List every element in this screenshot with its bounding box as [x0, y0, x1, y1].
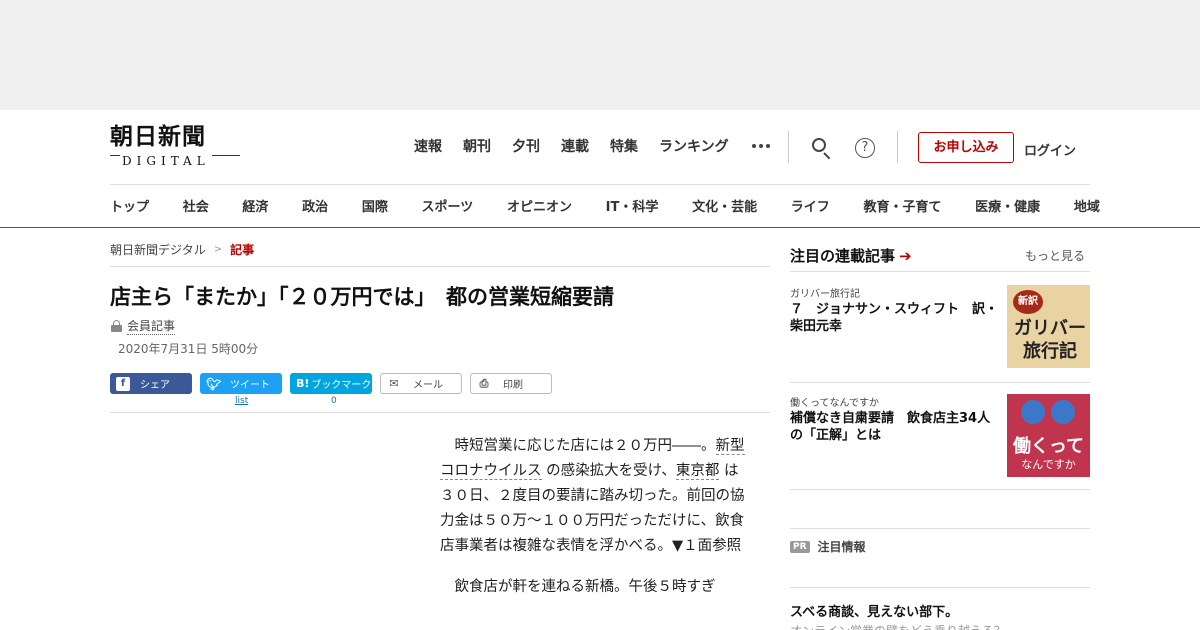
category-region[interactable]: 地域 — [1074, 196, 1100, 215]
twitter-share-button[interactable]: 🐦︎ ツイート — [200, 373, 282, 394]
print-icon: ⎙ — [479, 376, 489, 390]
topnav-sokuho[interactable]: 速報 — [414, 136, 442, 156]
thumbnail-subtext: なんですか — [1021, 458, 1076, 471]
divider — [790, 382, 1090, 383]
pr-label: 注目情報 — [817, 540, 866, 554]
breadcrumb: 朝日新聞デジタル > 記事 — [110, 241, 254, 258]
twitter-bird-icon: 🐦︎ — [206, 376, 222, 391]
category-opinion[interactable]: オピニオン — [507, 196, 572, 215]
category-economy[interactable]: 経済 — [242, 196, 268, 215]
login-link[interactable]: ログイン — [1024, 140, 1076, 159]
divider — [790, 587, 1090, 588]
arrow-right-icon: ➔ — [899, 246, 912, 265]
breadcrumb-separator: > — [213, 244, 223, 255]
breadcrumb-current: 記事 — [230, 243, 255, 257]
category-education[interactable]: 教育・子育て — [863, 196, 941, 215]
hatena-icon: B! — [296, 376, 310, 390]
member-article-badge[interactable]: 会員記事 — [111, 317, 176, 335]
mail-icon: ✉ — [389, 376, 399, 390]
header-bottom-rule — [0, 227, 1200, 228]
site-logo[interactable]: 朝日新聞 DIGITAL — [110, 124, 242, 170]
topnav-choukan[interactable]: 朝刊 — [463, 136, 491, 156]
new-translation-badge: 新訳 — [1013, 290, 1043, 314]
article-body: 時短営業に応じた店には２０万円――。新型コロナウイルス の感染拡大を受け、東京都… — [440, 434, 750, 616]
sidebar-title[interactable]: 注目の連載記事 ➔ — [790, 245, 912, 266]
category-health[interactable]: 医療・健康 — [975, 196, 1040, 215]
facebook-share-label: シェア — [140, 380, 170, 391]
topnav-ranking[interactable]: ランキング — [659, 136, 729, 156]
print-label: 印刷 — [503, 380, 523, 391]
article-paragraph: 飲食店が軒を連ねる新橋。午後５時すぎ — [454, 579, 716, 595]
hatena-count[interactable]: 0 — [331, 396, 337, 406]
facebook-share-button[interactable]: f シェア — [110, 373, 192, 394]
gulliver-thumbnail[interactable]: 新訳 ガリバー旅行記 — [1007, 285, 1090, 368]
ad-banner-area — [0, 0, 1200, 110]
divider — [110, 266, 770, 267]
breadcrumb-root[interactable]: 朝日新聞デジタル — [110, 241, 206, 258]
article-paragraph: 時短営業に応じた店には２０万円――。新型コロナウイルス の感染拡大を受け、東京都… — [440, 438, 745, 554]
category-culture[interactable]: 文化・芸能 — [692, 196, 757, 215]
category-nav: トップ 社会 経済 政治 国際 スポーツ オピニオン IT・科学 文化・芸能 ラ… — [110, 196, 1100, 215]
facebook-icon: f — [116, 376, 130, 391]
series-name: ガリバー旅行記 — [790, 289, 860, 300]
twitter-count[interactable]: list — [235, 396, 248, 406]
divider — [110, 184, 1090, 185]
series-name: 働くってなんですか — [790, 398, 879, 409]
series-title[interactable]: ７ ジョナサン・スウィフト 訳・柴田元幸 — [790, 301, 1000, 335]
category-politics[interactable]: 政治 — [302, 196, 328, 215]
category-it-science[interactable]: IT・科学 — [606, 196, 659, 215]
thumbnail-text: 働くって — [1012, 436, 1085, 457]
print-button[interactable]: ⎙ 印刷 — [470, 373, 552, 394]
people-illustration — [1021, 400, 1077, 426]
divider — [790, 489, 1090, 490]
category-top[interactable]: トップ — [110, 196, 149, 215]
search-icon[interactable] — [810, 136, 834, 160]
category-life[interactable]: ライフ — [791, 196, 830, 215]
pr-badge: PR — [790, 540, 810, 553]
logo-kanji: 朝日新聞 — [110, 123, 206, 150]
hatena-bookmark-label: ブックマーク — [311, 380, 372, 391]
hatena-bookmark-button[interactable]: B! ブックマーク — [290, 373, 372, 394]
pr-subtitle[interactable]: オンライン営業の壁をどう乗り越える？ — [790, 622, 1006, 630]
series-title[interactable]: 補償なき自粛要請 飲食店主34人の「正解」とは — [790, 410, 1000, 444]
divider — [110, 412, 770, 413]
mail-share-button[interactable]: ✉ メール — [380, 373, 462, 394]
mail-share-label: メール — [413, 380, 443, 391]
category-sports[interactable]: スポーツ — [422, 196, 474, 215]
topnav-tokushu[interactable]: 特集 — [610, 136, 638, 156]
member-label: 会員記事 — [127, 319, 176, 335]
divider — [790, 271, 1090, 272]
lock-icon — [111, 320, 122, 332]
header-divider — [788, 131, 789, 163]
category-society[interactable]: 社会 — [183, 196, 209, 215]
divider — [790, 528, 1090, 529]
top-nav: 速報 朝刊 夕刊 連載 特集 ランキング — [414, 136, 770, 156]
topnav-rensai[interactable]: 連載 — [561, 136, 589, 156]
thumbnail-text: ガリバー旅行記 — [1014, 318, 1086, 362]
publish-date: 2020年7月31日 5時00分 — [118, 342, 259, 356]
article-headline: 店主ら「またか」「２０万円では」 都の営業短縮要請 — [110, 285, 614, 309]
category-international[interactable]: 国際 — [362, 196, 388, 215]
pr-title[interactable]: スベる商談、見えない部下。 — [790, 601, 958, 620]
more-menu-icon[interactable] — [751, 144, 770, 148]
twitter-share-label: ツイート — [230, 380, 270, 391]
sidebar-title-text: 注目の連載記事 — [790, 247, 896, 265]
more-link[interactable]: もっと見る — [1025, 247, 1085, 264]
logo-digital: DIGITAL — [120, 154, 212, 168]
keyword-link-tokyo[interactable]: 東京都 — [675, 463, 720, 480]
signup-button[interactable]: お申し込み — [918, 132, 1014, 163]
topnav-yukan[interactable]: 夕刊 — [512, 136, 540, 156]
header-divider — [897, 131, 898, 163]
help-icon[interactable]: ? — [855, 138, 875, 158]
pr-section-header: PR 注目情報 — [790, 538, 866, 555]
work-series-thumbnail[interactable]: 働くって なんですか — [1007, 394, 1090, 477]
